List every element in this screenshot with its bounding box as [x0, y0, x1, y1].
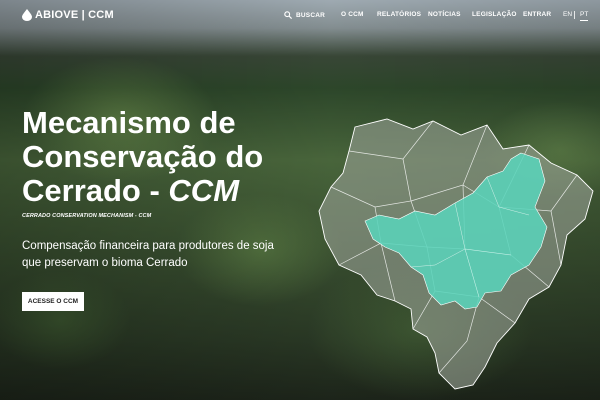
search-button[interactable]: BUSCAR	[284, 11, 325, 19]
search-label: BUSCAR	[296, 11, 326, 19]
nav-link-o-ccm[interactable]: O CCM	[341, 11, 364, 18]
title-line-3: Cerrado -	[22, 173, 169, 208]
search-icon	[284, 11, 292, 19]
language-divider	[574, 11, 575, 19]
hero-section: ABIOVE | CCM BUSCAR O CCM RELATÓRIOS NOT…	[0, 0, 600, 400]
language-en[interactable]: EN	[563, 11, 572, 18]
nav-link-legislacao[interactable]: LEGISLAÇÃO	[472, 11, 517, 18]
nav-link-relatorios[interactable]: RELATÓRIOS	[377, 11, 421, 18]
nav-link-noticias[interactable]: NOTÍCIAS	[428, 11, 461, 18]
title-line-2: Conservação do	[22, 139, 264, 174]
access-ccm-button[interactable]: ACESSE O CCM	[22, 292, 84, 311]
abiove-logo[interactable]: ABIOVE | CCM	[22, 9, 114, 21]
logo-text: ABIOVE | CCM	[35, 9, 114, 21]
english-subtitle: CERRADO CONSERVATION MECHANISM - CCM	[22, 213, 152, 219]
top-navbar: ABIOVE | CCM BUSCAR O CCM RELATÓRIOS NOT…	[0, 0, 600, 32]
brazil-map	[318, 118, 594, 390]
hero-description: Compensação financeira para produtores d…	[22, 240, 274, 269]
language-active-underline	[580, 20, 588, 21]
language-pt[interactable]: PT	[580, 11, 588, 18]
page-title: Mecanismo de Conservação do Cerrado - CC…	[22, 106, 322, 208]
title-ccm-emphasis: CCM	[168, 173, 240, 208]
nav-link-entrar[interactable]: ENTRAR	[523, 11, 551, 18]
logo-drop-icon	[22, 9, 32, 21]
title-line-1: Mecanismo de	[22, 105, 236, 140]
